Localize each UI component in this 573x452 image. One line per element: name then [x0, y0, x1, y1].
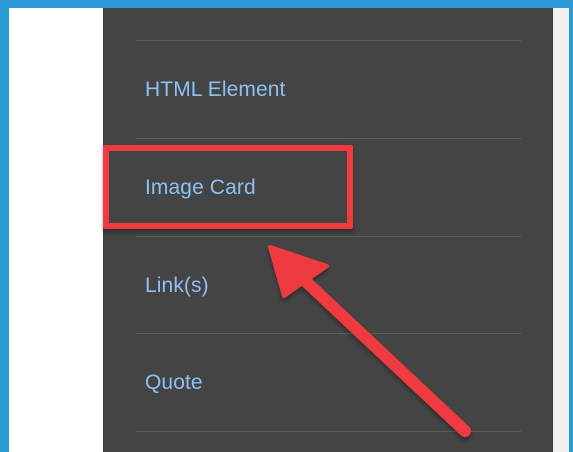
- menu-item-label[interactable]: HTML Element: [145, 78, 285, 102]
- menu-item-image-card[interactable]: Image Card: [104, 139, 552, 236]
- menu-item-links[interactable]: Link(s): [104, 237, 552, 334]
- side-menu-panel: HTML Element Image Card Link(s) Quote: [104, 8, 552, 452]
- menu-item-label[interactable]: Link(s): [145, 274, 209, 298]
- menu-item-html-element[interactable]: HTML Element: [104, 41, 552, 138]
- menu-list: HTML Element Image Card Link(s) Quote: [104, 8, 552, 452]
- page-background-strip: [552, 8, 569, 452]
- menu-item-quote[interactable]: Quote: [104, 334, 552, 431]
- menu-item-label[interactable]: Image Card: [145, 176, 256, 200]
- menu-item-label[interactable]: Quote: [145, 371, 203, 395]
- menu-divider: [136, 431, 521, 432]
